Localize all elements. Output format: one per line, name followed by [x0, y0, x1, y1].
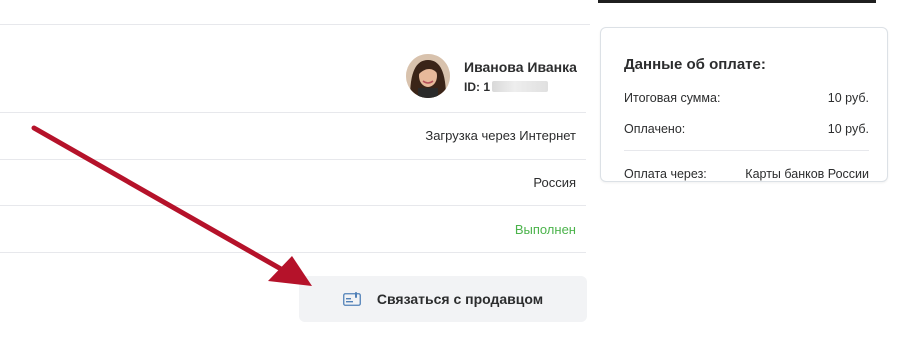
contact-card-icon — [342, 292, 361, 306]
delivery-row: Загрузка через Интернет — [0, 113, 586, 159]
payment-paid-value: 10 руб. — [827, 122, 869, 136]
top-border-gap — [876, 0, 897, 3]
seller-id-label: ID: 1 — [464, 79, 491, 94]
id-redaction — [492, 81, 549, 92]
avatar[interactable] — [406, 54, 450, 98]
payment-divider — [624, 150, 869, 151]
payment-method-row: Оплата через: Карты банков России — [624, 167, 869, 181]
payment-total-value: 10 руб. — [827, 91, 869, 105]
payment-total-row: Итоговая сумма: 10 руб. — [624, 91, 869, 105]
card-top-divider — [0, 24, 590, 25]
row-divider — [0, 252, 586, 253]
payment-method-value: Карты банков России — [745, 167, 869, 181]
payment-details-card: Данные об оплате: Итоговая сумма: 10 руб… — [600, 27, 888, 182]
payment-paid-label: Оплачено: — [624, 122, 686, 136]
country-value: Россия — [533, 175, 576, 190]
status-row: Выполнен — [0, 206, 586, 252]
payment-paid-row: Оплачено: 10 руб. — [624, 122, 869, 136]
payment-method-label: Оплата через: — [624, 167, 707, 181]
delivery-value: Загрузка через Интернет — [425, 128, 576, 143]
country-row: Россия — [0, 160, 586, 206]
contact-seller-label: Связаться с продавцом — [376, 291, 544, 307]
seller-name[interactable]: Иванова Иванка — [464, 58, 577, 76]
status-value: Выполнен — [514, 222, 576, 237]
payment-title: Данные об оплате: — [624, 56, 766, 73]
seller-id: ID: 1 — [464, 79, 577, 95]
payment-total-label: Итоговая сумма: — [624, 91, 721, 105]
avatar-image — [406, 54, 450, 98]
seller-profile[interactable]: Иванова Иванка ID: 1 — [406, 53, 577, 99]
contact-seller-button[interactable]: Связаться с продавцом — [299, 276, 587, 322]
